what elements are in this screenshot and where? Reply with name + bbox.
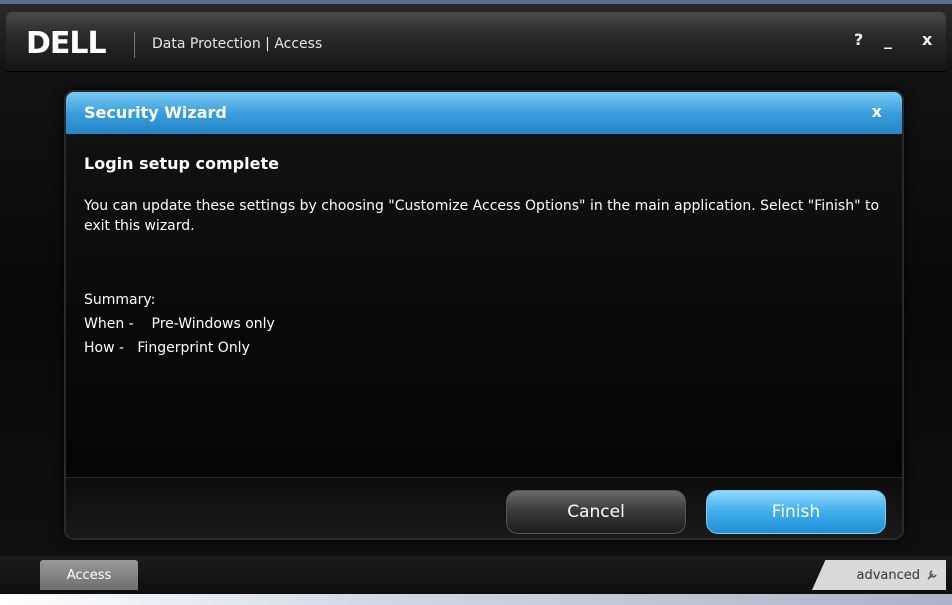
- dialog-message: You can update these settings by choosin…: [84, 198, 880, 234]
- dialog-close-icon[interactable]: x: [872, 102, 882, 121]
- advanced-label: advanced: [856, 567, 920, 583]
- help-icon[interactable]: ?: [854, 30, 863, 49]
- dialog-heading: Login setup complete: [84, 154, 279, 173]
- summary-label: Summary:: [84, 292, 156, 308]
- close-icon[interactable]: x: [922, 30, 932, 49]
- app-title: Data Protection | Access: [152, 36, 323, 52]
- summary-how: How - Fingerprint Only: [84, 340, 250, 356]
- summary-when: When - Pre-Windows only: [84, 316, 275, 332]
- cancel-button[interactable]: Cancel: [506, 490, 686, 534]
- dialog-header: Security Wizard x: [66, 92, 902, 134]
- dialog-footer: Cancel Finish: [66, 478, 902, 538]
- access-tab[interactable]: Access: [40, 560, 138, 590]
- wrench-icon: [927, 570, 937, 580]
- security-wizard-dialog: Security Wizard x Login setup complete Y…: [64, 90, 904, 540]
- title-bar: DELL Data Protection | Access ? _ x: [6, 12, 946, 72]
- minimize-icon[interactable]: _: [884, 30, 892, 49]
- dialog-body: Login setup complete You can update thes…: [66, 134, 902, 478]
- dialog-title: Security Wizard: [84, 103, 227, 122]
- finish-button[interactable]: Finish: [706, 490, 886, 534]
- bottom-strip: [0, 594, 952, 605]
- dell-logo: DELL: [26, 26, 107, 61]
- title-separator: [134, 32, 135, 58]
- advanced-tab[interactable]: advanced: [812, 560, 946, 590]
- app-window: DELL Data Protection | Access ? _ x Secu…: [0, 0, 952, 605]
